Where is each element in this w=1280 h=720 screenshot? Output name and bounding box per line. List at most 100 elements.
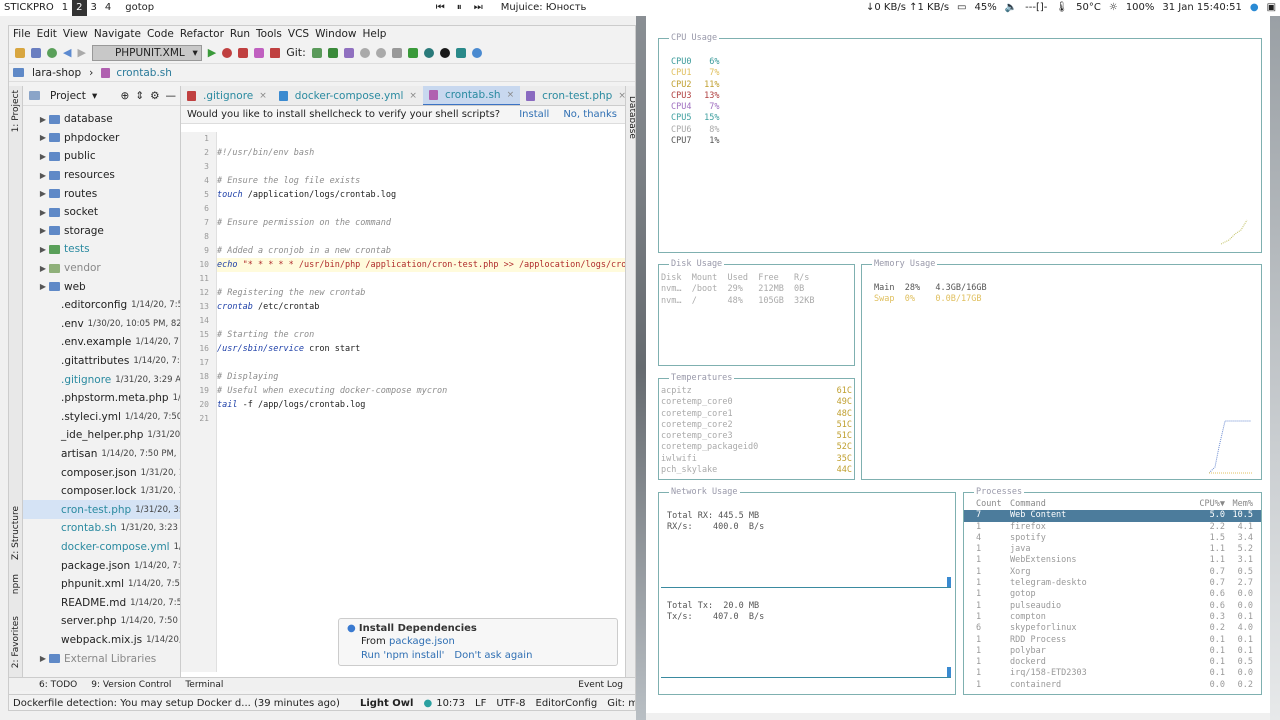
tree-row[interactable]: server.php1/14/20, 7:50 PM, 56 <box>23 612 180 631</box>
code-line[interactable]: 10 echo "* * * * * /usr/bin/php /applicat… <box>199 258 625 272</box>
locate-icon[interactable]: ⊕ <box>120 90 129 102</box>
chevron-right-icon[interactable]: ▶ <box>37 189 49 198</box>
chevron-right-icon[interactable]: ▶ <box>37 171 49 180</box>
menu-vcs[interactable]: VCS <box>288 26 309 42</box>
tree-row[interactable]: ▶ tests <box>23 240 180 259</box>
tool-structure[interactable]: Z: Structure <box>11 506 21 560</box>
code-line[interactable]: 7 # Ensure permission on the command <box>204 216 625 230</box>
tree-row[interactable]: ▶ routes <box>23 184 180 203</box>
run-icon[interactable]: ▶ <box>208 46 216 59</box>
close-icon[interactable]: × <box>618 86 625 105</box>
tree-row[interactable]: ▶ public <box>23 147 180 166</box>
code-line[interactable]: 4 # Ensure the log file exists <box>204 174 625 188</box>
menu-help[interactable]: Help <box>363 26 387 42</box>
chevron-right-icon[interactable]: ▶ <box>37 654 49 663</box>
tool-project[interactable]: 1: Project <box>11 90 21 132</box>
tree-row[interactable]: .gitattributes1/14/20, 7:50 PM, <box>23 352 180 371</box>
terminal-icon[interactable] <box>407 47 418 58</box>
tool-favorites[interactable]: 2: Favorites <box>11 616 21 668</box>
menu-refactor[interactable]: Refactor <box>180 26 224 42</box>
code-line[interactable]: 13 crontab /etc/crontab <box>199 300 625 314</box>
code-line[interactable]: 5 touch /application/logs/crontab.log <box>204 188 625 202</box>
code-line[interactable]: 17 <box>199 356 625 370</box>
tree-row[interactable]: phpunit.xml1/14/20, 7:50 PM, <box>23 575 180 594</box>
code-line[interactable]: 8 <box>204 230 625 244</box>
code-line[interactable]: 21 <box>199 412 625 426</box>
chevron-right-icon[interactable]: ▶ <box>37 245 49 254</box>
banner-no-link[interactable]: No, thanks <box>563 109 617 120</box>
tree-row[interactable]: ▶ web <box>23 277 180 296</box>
tool-todo[interactable]: 6: TODO <box>39 680 77 690</box>
status-message[interactable]: Dockerfile detection: You may setup Dock… <box>13 698 340 709</box>
tree-row[interactable]: .env1/30/20, 10:05 PM, 826 B <box>23 315 180 334</box>
line-separator[interactable]: LF <box>475 698 486 709</box>
workspace-3[interactable]: 3 <box>87 0 101 16</box>
process-row[interactable]: 1 containerd 0.0 0.2 <box>964 680 1261 691</box>
editor-tab[interactable]: .gitignore × <box>181 86 273 105</box>
tool-npm[interactable]: npm <box>11 574 21 594</box>
chevron-right-icon[interactable]: ▶ <box>37 152 49 161</box>
breadcrumb-project[interactable]: lara-shop <box>32 67 81 79</box>
close-icon[interactable]: × <box>507 86 515 105</box>
workspace-2[interactable]: 2 <box>72 0 87 16</box>
tree-row[interactable]: .editorconfig1/14/20, 7:50 PM, <box>23 296 180 315</box>
tree-row[interactable]: ▶ resources <box>23 166 180 185</box>
chevron-right-icon[interactable]: ▶ <box>37 115 49 124</box>
tree-row[interactable]: artisan1/14/20, 7:50 PM, 1.69 kB <box>23 445 180 464</box>
process-row[interactable]: 1 pulseaudio 0.6 0.0 <box>964 601 1261 612</box>
process-row[interactable]: 1 gotop 0.6 0.0 <box>964 589 1261 600</box>
banner-install-link[interactable]: Install <box>519 109 549 120</box>
search-icon[interactable] <box>423 47 434 58</box>
volume-icon[interactable]: 🔈 <box>1001 0 1021 16</box>
code-line[interactable]: 11 <box>199 272 625 286</box>
code-line[interactable]: 15 # Starting the cron <box>199 328 625 342</box>
menu-window[interactable]: Window <box>315 26 356 42</box>
menu-file[interactable]: File <box>13 26 31 42</box>
tree-row[interactable]: ▶ storage <box>23 222 180 241</box>
tree-row[interactable]: ▶ phpdocker <box>23 129 180 148</box>
code-line[interactable]: 3 <box>204 160 625 174</box>
git-push-icon[interactable] <box>343 47 354 58</box>
process-row[interactable]: 1 dockerd 0.1 0.5 <box>964 657 1261 668</box>
process-row[interactable]: 1 RDD Process 0.1 0.1 <box>964 635 1261 646</box>
tree-row[interactable]: ▶ database <box>23 110 180 129</box>
code-line[interactable]: 2 #!/usr/bin/env bash <box>204 146 625 160</box>
tree-row[interactable]: composer.json1/31/20, 1:21 AM <box>23 463 180 482</box>
menu-code[interactable]: Code <box>147 26 174 42</box>
process-row[interactable]: 1 firefox 2.2 4.1 <box>964 522 1261 533</box>
code-area[interactable]: 1 2 #!/usr/bin/env bash 3 4 # Ensure the log … <box>199 132 625 672</box>
process-row[interactable]: 1 irq/158-ETD2303 0.1 0.0 <box>964 668 1261 679</box>
editor-tab[interactable]: cron-test.php × <box>520 86 625 105</box>
process-row[interactable]: 1 WebExtensions 1.1 3.1 <box>964 555 1261 566</box>
debug-icon[interactable] <box>222 47 233 58</box>
code-line[interactable]: 12 # Registering the new crontab <box>199 286 625 300</box>
find-icon[interactable] <box>471 47 482 58</box>
tray-icon[interactable]: ● <box>1246 0 1263 16</box>
process-row[interactable]: 1 Xorg 0.7 0.5 <box>964 567 1261 578</box>
volume-bar[interactable]: ---[]- <box>1021 0 1051 16</box>
sync-icon[interactable] <box>47 47 57 58</box>
tree-row[interactable]: ▶ External Libraries <box>23 649 180 668</box>
back-icon[interactable]: ◀ <box>63 46 71 59</box>
save-icon[interactable] <box>31 47 41 58</box>
process-row[interactable]: 1 telegram-deskto 0.7 2.7 <box>964 578 1261 589</box>
tree-row[interactable]: ▶ socket <box>23 203 180 222</box>
tool-database[interactable]: Database <box>627 96 635 139</box>
git-branch[interactable]: Git: master <box>607 698 635 709</box>
tray-icon-2[interactable]: ▣ <box>1263 0 1280 16</box>
close-icon[interactable]: × <box>259 86 267 105</box>
package-json-link[interactable]: package.json <box>389 636 455 647</box>
tool-vcs[interactable]: 9: Version Control <box>91 680 171 690</box>
stop-icon[interactable] <box>238 47 249 58</box>
prev-track-icon[interactable]: ⏮ <box>436 0 445 16</box>
tree-row[interactable]: package.json1/14/20, 7:50 PM, <box>23 556 180 575</box>
run-npm-install-link[interactable]: Run 'npm install' <box>361 650 444 661</box>
editorconfig[interactable]: EditorConfig <box>536 698 598 709</box>
process-row[interactable]: 7 Web Content 5.0 10.5 <box>964 510 1261 522</box>
code-line[interactable]: 6 <box>204 202 625 216</box>
hide-icon[interactable]: — <box>166 90 177 102</box>
history-icon[interactable] <box>359 47 370 58</box>
git-update-icon[interactable] <box>311 47 322 58</box>
tree-row[interactable]: composer.lock1/31/20, 1:23 AM <box>23 482 180 501</box>
code-line[interactable]: 20 tail -f /app/logs/crontab.log <box>199 398 625 412</box>
